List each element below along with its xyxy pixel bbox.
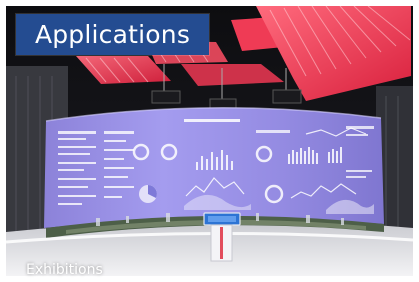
- section-title: Applications: [16, 14, 209, 55]
- application-card: Applications Exhibitions: [0, 0, 419, 282]
- photo-caption: Exhibitions: [26, 262, 103, 278]
- curved-display-wall: [44, 106, 384, 228]
